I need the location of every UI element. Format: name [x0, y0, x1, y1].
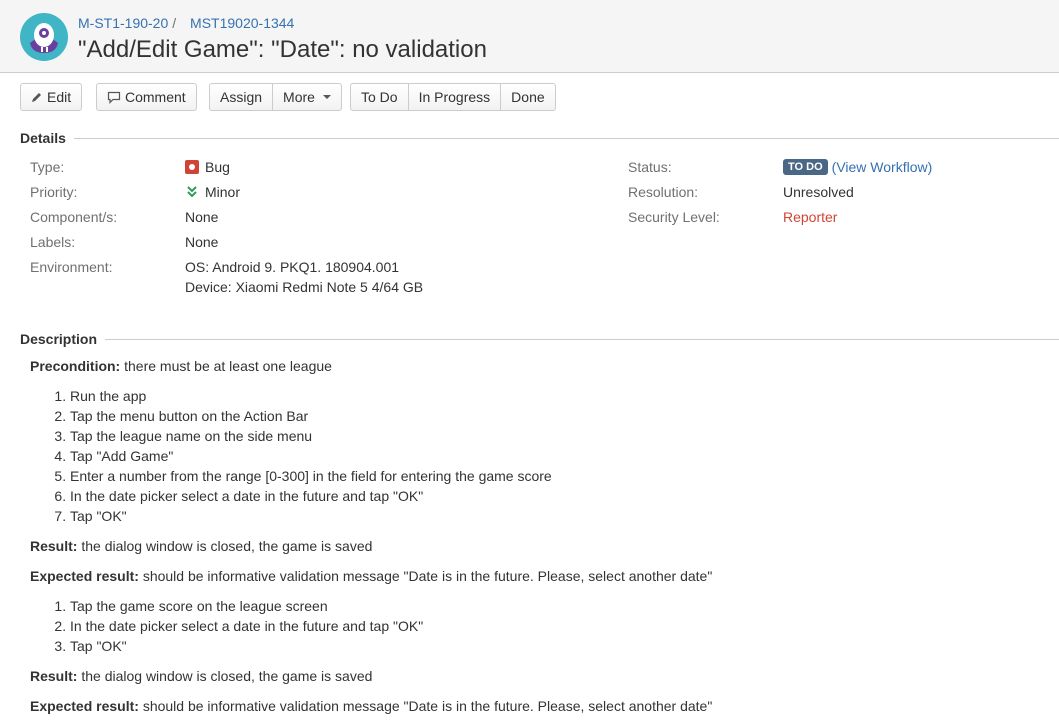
- result-label: Result:: [30, 538, 78, 554]
- list-item: In the date picker select a date in the …: [70, 616, 1030, 636]
- status-badge: TO DO: [783, 159, 828, 175]
- security-level-value: Reporter: [783, 209, 838, 225]
- type-value: Bug: [185, 159, 230, 175]
- page-title: "Add/Edit Game": "Date": no validation: [78, 36, 487, 63]
- list-item: Tap "OK": [70, 506, 1030, 526]
- precondition-paragraph: Precondition: there must be at least one…: [30, 356, 1030, 376]
- expected-label: Expected result:: [30, 568, 139, 584]
- resolution-value: Unresolved: [783, 184, 854, 200]
- list-item: Tap "Add Game": [70, 446, 1030, 466]
- assign-label: Assign: [220, 89, 263, 105]
- list-item: Tap "OK": [70, 636, 1030, 656]
- result-text: the dialog window is closed, the game is…: [77, 668, 373, 684]
- in-progress-button[interactable]: In Progress: [408, 83, 502, 111]
- project-avatar[interactable]: [20, 13, 68, 61]
- security-level-label: Security Level:: [628, 209, 720, 225]
- todo-button[interactable]: To Do: [350, 83, 409, 111]
- pencil-icon: [32, 93, 41, 102]
- comment-icon: [107, 91, 121, 104]
- priority-minor-icon: [187, 186, 197, 198]
- precondition-text: there must be at least one league: [120, 358, 332, 374]
- assign-more-group: Assign More: [209, 83, 342, 111]
- type-label: Type:: [30, 159, 65, 175]
- details-section-heading[interactable]: Details: [20, 130, 1059, 146]
- description-section-heading[interactable]: Description: [20, 331, 1059, 347]
- todo-label: To Do: [361, 89, 398, 105]
- details-divider: [73, 137, 1059, 139]
- environment-line-2: Device: Xiaomi Redmi Note 5 4/64 GB: [185, 279, 424, 295]
- description-heading-label: Description: [20, 331, 98, 347]
- components-label: Component/s:: [30, 209, 118, 225]
- done-button[interactable]: Done: [501, 83, 556, 111]
- chevron-down-icon: [322, 95, 331, 99]
- view-workflow-link[interactable]: View Workflow: [836, 159, 927, 175]
- workflow-group: To Do In Progress Done: [350, 83, 556, 111]
- view-workflow-close-paren: ): [927, 159, 933, 175]
- result-paragraph-2: Result: the dialog window is closed, the…: [30, 666, 1030, 686]
- details-heading-label: Details: [20, 130, 66, 146]
- environment-line-1: OS: Android 9. PKQ1. 180904.001: [185, 259, 400, 275]
- steps-list-1: Run the app Tap the menu button on the A…: [30, 386, 1030, 526]
- list-item: Tap the league name on the side menu: [70, 426, 1030, 446]
- more-button[interactable]: More: [273, 83, 342, 111]
- list-item: Enter a number from the range [0-300] in…: [70, 466, 1030, 486]
- list-item: Run the app: [70, 386, 1030, 406]
- assign-button[interactable]: Assign: [209, 83, 274, 111]
- type-text: Bug: [205, 159, 230, 175]
- comment-label: Comment: [125, 89, 186, 105]
- priority-text: Minor: [205, 184, 241, 200]
- breadcrumb-separator: /: [172, 15, 177, 31]
- comment-group: Comment: [96, 83, 197, 111]
- bug-icon: [185, 160, 199, 174]
- labels-value: None: [185, 234, 219, 250]
- description-body: Precondition: there must be at least one…: [30, 356, 1030, 726]
- in-progress-label: In Progress: [418, 89, 491, 105]
- issue-key-link[interactable]: MST19020-1344: [190, 15, 294, 31]
- alien-avatar-icon: [20, 13, 68, 61]
- status-label: Status:: [628, 159, 672, 175]
- more-label: More: [283, 89, 315, 105]
- priority-label: Priority:: [30, 184, 78, 200]
- edit-button[interactable]: Edit: [20, 83, 83, 111]
- edit-label: Edit: [47, 89, 72, 105]
- expected-paragraph-1: Expected result: should be informative v…: [30, 566, 1030, 586]
- breadcrumb: M-ST1-190-20/ MST19020-1344: [78, 15, 294, 31]
- project-link[interactable]: M-ST1-190-20: [78, 15, 168, 31]
- result-label: Result:: [30, 668, 78, 684]
- components-value: None: [185, 209, 219, 225]
- expected-paragraph-2: Expected result: should be informative v…: [30, 696, 1030, 716]
- issue-header: M-ST1-190-20/ MST19020-1344 "Add/Edit Ga…: [0, 0, 1059, 73]
- description-divider: [105, 338, 1059, 340]
- expected-label: Expected result:: [30, 698, 139, 714]
- precondition-label: Precondition:: [30, 358, 121, 374]
- environment-label: Environment:: [30, 259, 113, 275]
- priority-value: Minor: [185, 184, 240, 200]
- list-item: Tap the menu button on the Action Bar: [70, 406, 1030, 426]
- resolution-label: Resolution:: [628, 184, 699, 200]
- done-label: Done: [511, 89, 545, 105]
- expected-text: should be informative validation message…: [138, 568, 713, 584]
- list-item: In the date picker select a date in the …: [70, 486, 1030, 506]
- labels-label: Labels:: [30, 234, 76, 250]
- expected-text: should be informative validation message…: [138, 698, 713, 714]
- steps-list-2: Tap the game score on the league screen …: [30, 596, 1030, 656]
- comment-button[interactable]: Comment: [96, 83, 197, 111]
- result-paragraph-1: Result: the dialog window is closed, the…: [30, 536, 1030, 556]
- edit-group: Edit: [20, 83, 83, 111]
- result-text: the dialog window is closed, the game is…: [77, 538, 373, 554]
- list-item: Tap the game score on the league screen: [70, 596, 1030, 616]
- status-value: TO DO (View Workflow): [783, 159, 932, 175]
